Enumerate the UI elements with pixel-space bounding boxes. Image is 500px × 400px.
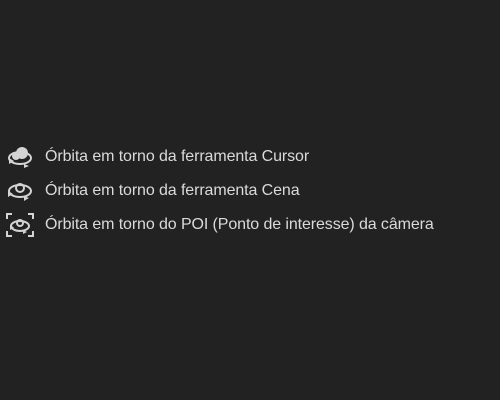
- orbit-scene-icon: [5, 178, 35, 204]
- menu-item-label: Órbita em torno da ferramenta Cena: [45, 182, 300, 199]
- orbit-poi-icon: [5, 212, 35, 238]
- menu-item-label: Órbita em torno do POI (Ponto de interes…: [45, 216, 434, 233]
- orbit-cursor-icon: [5, 144, 35, 170]
- menu-item-label: Órbita em torno da ferramenta Cursor: [45, 148, 310, 165]
- orbit-menu: Órbita em torno da ferramenta Cursor Órb…: [5, 140, 500, 242]
- menu-item-orbit-scene[interactable]: Órbita em torno da ferramenta Cena: [5, 174, 500, 208]
- menu-item-orbit-poi[interactable]: Órbita em torno do POI (Ponto de interes…: [5, 208, 500, 242]
- menu-item-orbit-cursor[interactable]: Órbita em torno da ferramenta Cursor: [5, 140, 500, 174]
